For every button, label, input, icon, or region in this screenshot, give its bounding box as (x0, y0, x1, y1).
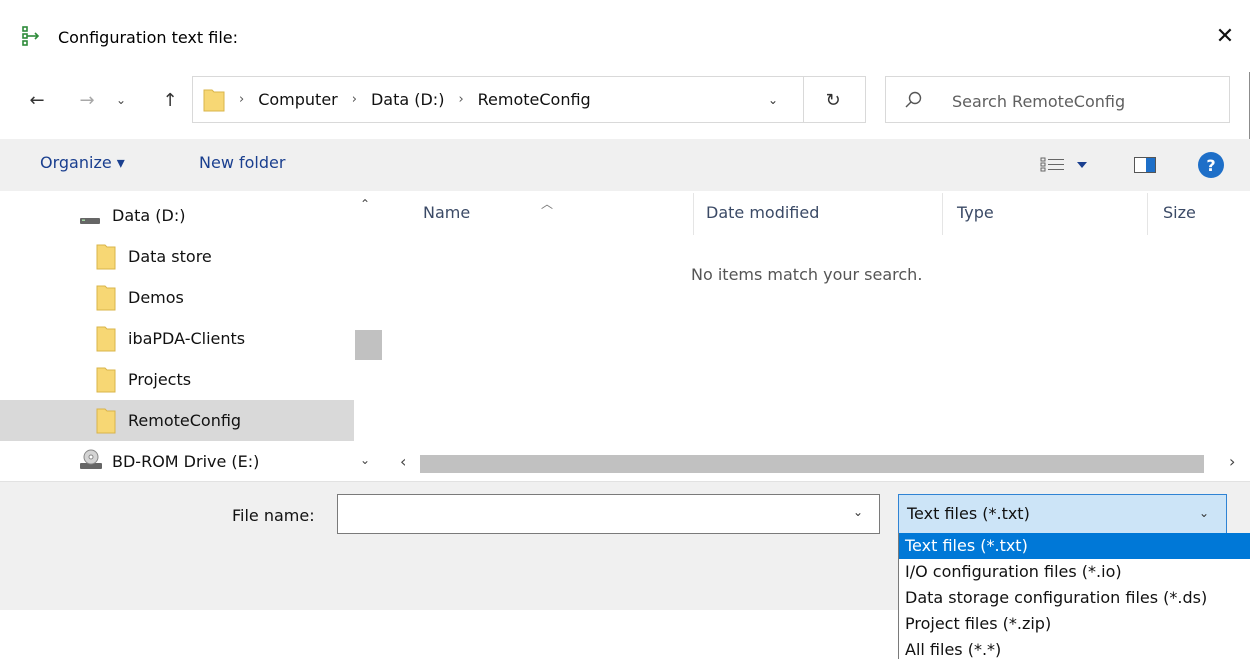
scroll-down-icon[interactable]: ⌄ (360, 453, 370, 467)
folder-icon (203, 89, 225, 112)
file-type-selected: Text files (*.txt) (907, 504, 1030, 523)
folder-icon (96, 326, 116, 352)
folder-icon (96, 244, 116, 270)
refresh-button[interactable]: ↻ (818, 85, 848, 115)
optical-drive-icon (80, 449, 102, 469)
preview-pane-button[interactable] (1130, 153, 1160, 177)
search-box[interactable] (885, 76, 1230, 123)
column-header-name[interactable]: Name (423, 203, 470, 222)
sidebar-item-bd-rom-drive[interactable]: BD-ROM Drive (E:) (0, 441, 354, 482)
empty-message: No items match your search. (691, 265, 923, 284)
file-type-option[interactable]: Project files (*.zip) (899, 611, 1250, 637)
details-view-icon (1040, 157, 1064, 172)
scroll-left-icon[interactable]: ‹ (400, 452, 406, 471)
file-name-combobox[interactable]: ⌄ (337, 494, 880, 534)
title-bar: Configuration text file: ✕ (0, 0, 1250, 72)
folder-icon (96, 285, 116, 311)
search-icon (905, 91, 922, 108)
sidebar-item-label: BD-ROM Drive (E:) (112, 452, 260, 471)
column-divider[interactable] (942, 193, 943, 235)
file-name-input[interactable] (344, 502, 834, 526)
column-header-size[interactable]: Size (1163, 203, 1196, 222)
config-tree-icon (22, 26, 40, 46)
column-header-type[interactable]: Type (957, 203, 994, 222)
file-type-dropdown-list: Text files (*.txt) I/O configuration fil… (898, 533, 1250, 659)
sidebar-item-label: Demos (128, 288, 184, 307)
sidebar-item-label: Data store (128, 247, 212, 266)
file-type-option[interactable]: I/O configuration files (*.io) (899, 559, 1250, 585)
address-divider (803, 77, 804, 122)
folder-icon (96, 408, 116, 434)
chevron-down-icon[interactable]: ⌄ (853, 505, 863, 519)
preview-pane-icon (1134, 157, 1156, 173)
file-list[interactable]: ︿ Name Date modified Type Size No items … (386, 191, 1250, 481)
help-button[interactable]: ? (1198, 152, 1224, 178)
file-dialog: Configuration text file: ✕ ← → ⌄ ↑ › Com… (0, 0, 1250, 610)
up-button[interactable]: ↑ (155, 85, 185, 115)
file-type-option[interactable]: Data storage configuration files (*.ds) (899, 585, 1250, 611)
organize-button[interactable]: Organize ▾ (40, 153, 125, 172)
sidebar-item-label: Data (D:) (112, 206, 186, 225)
address-dropdown-button[interactable]: ⌄ (758, 87, 788, 113)
column-divider[interactable] (1147, 193, 1148, 235)
scrollbar-thumb[interactable] (420, 455, 1204, 473)
breadcrumb-separator[interactable]: › (239, 92, 244, 107)
scroll-right-icon[interactable]: › (1229, 452, 1235, 471)
sort-ascending-icon: ︿ (541, 197, 554, 211)
file-type-select[interactable]: Text files (*.txt) ⌄ (898, 494, 1227, 534)
forward-button[interactable]: → (72, 85, 102, 115)
navpane-scrollbar[interactable]: ⌃ ⌄ (355, 191, 382, 471)
navigation-pane: Data (D:) Data store Demos ibaPDA-Client… (0, 191, 384, 481)
new-folder-button[interactable]: New folder (199, 153, 285, 172)
sidebar-item-label: Projects (128, 370, 192, 389)
sidebar-item-label: RemoteConfig (128, 411, 242, 430)
breadcrumb-separator[interactable]: › (352, 92, 357, 107)
chevron-down-icon (1077, 162, 1087, 168)
breadcrumb: › Computer › Data (D:) › RemoteConfig (239, 90, 591, 109)
back-button[interactable]: ← (22, 85, 52, 115)
scroll-up-icon[interactable]: ⌃ (360, 197, 370, 211)
change-view-button[interactable] (1040, 153, 1100, 177)
chevron-down-icon[interactable]: ⌄ (1199, 506, 1209, 520)
search-input[interactable] (952, 89, 1222, 113)
sidebar-item-remoteconfig[interactable]: RemoteConfig (0, 400, 354, 441)
recent-locations-button[interactable]: ⌄ (112, 85, 130, 115)
close-button[interactable]: ✕ (1205, 18, 1245, 54)
sidebar-item-demos[interactable]: Demos (0, 277, 354, 318)
dialog-title: Configuration text file: (58, 28, 239, 47)
breadcrumb-data-d[interactable]: Data (D:) (371, 90, 444, 109)
breadcrumb-computer[interactable]: Computer (258, 90, 338, 109)
file-type-option[interactable]: Text files (*.txt) (899, 533, 1250, 559)
sidebar-item-label: ibaPDA-Clients (128, 329, 246, 348)
breadcrumb-remoteconfig[interactable]: RemoteConfig (478, 90, 591, 109)
column-divider[interactable] (693, 193, 694, 235)
sidebar-item-ibapda-clients[interactable]: ibaPDA-Clients (0, 318, 354, 359)
file-name-label: File name: (232, 506, 315, 525)
folder-icon (96, 367, 116, 393)
column-header-date-modified[interactable]: Date modified (706, 203, 819, 222)
sidebar-item-data-store[interactable]: Data store (0, 236, 354, 277)
sidebar-item-data-d[interactable]: Data (D:) (0, 195, 354, 236)
drive-icon (80, 218, 100, 224)
filelist-horizontal-scrollbar[interactable]: ‹ › (386, 450, 1250, 476)
address-bar[interactable]: › Computer › Data (D:) › RemoteConfig ⌄ … (192, 76, 866, 123)
file-type-option[interactable]: All files (*.*) (899, 637, 1250, 659)
scrollbar-thumb[interactable] (355, 330, 382, 360)
command-toolbar: Organize ▾ New folder ? (0, 139, 1250, 191)
breadcrumb-separator[interactable]: › (458, 92, 463, 107)
sidebar-item-projects[interactable]: Projects (0, 359, 354, 400)
